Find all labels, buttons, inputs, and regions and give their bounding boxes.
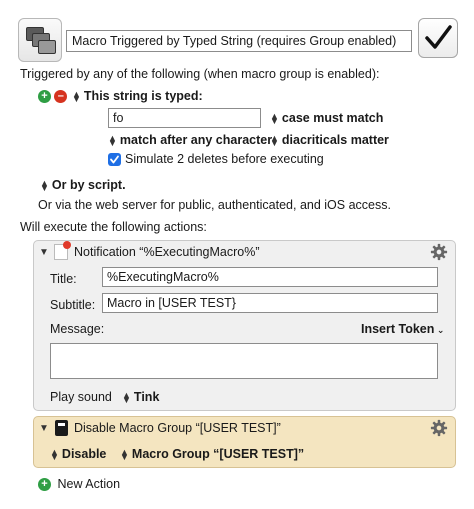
remove-trigger-icon[interactable]: – bbox=[54, 90, 68, 104]
triggers-heading: Triggered by any of the following (when … bbox=[20, 67, 380, 81]
disclosure-triangle-icon[interactable]: ▼ bbox=[39, 247, 49, 258]
updown-icon: ▲ ▼ bbox=[270, 110, 279, 126]
disable-mode-popup[interactable]: ▲ ▼ Disable bbox=[50, 447, 106, 461]
notification-icon bbox=[54, 241, 71, 260]
updown-icon: ▲ ▼ bbox=[122, 389, 131, 405]
simulate-deletes-row: Simulate 2 deletes before executing bbox=[108, 152, 324, 167]
gear-icon[interactable] bbox=[430, 419, 448, 437]
add-action-icon: + bbox=[38, 478, 51, 492]
disable-action-title: Disable Macro Group “[USER TEST]” bbox=[74, 421, 281, 435]
notification-title-field[interactable]: %ExecutingMacro% bbox=[102, 267, 438, 287]
actions-heading: Will execute the following actions: bbox=[20, 220, 207, 234]
diacritics-option-label: diacriticals matter bbox=[281, 133, 389, 147]
checkmark-icon bbox=[425, 25, 452, 49]
case-option-label: case must match bbox=[281, 111, 384, 125]
gear-icon[interactable] bbox=[430, 243, 448, 261]
macro-group-icon bbox=[55, 420, 68, 436]
add-trigger-icon[interactable]: + bbox=[38, 90, 51, 104]
chevron-down-icon: ⌄ bbox=[434, 325, 445, 335]
macro-windows-icon[interactable] bbox=[18, 18, 62, 62]
updown-icon: ▲ ▼ bbox=[270, 132, 279, 148]
insert-token-menu[interactable]: Insert Token ⌄ bbox=[361, 322, 444, 336]
macro-name-field[interactable]: Macro Triggered by Typed String (require… bbox=[66, 30, 412, 52]
check-icon bbox=[110, 155, 119, 164]
add-trigger-popup[interactable]: ▲ ▼ Or by script. bbox=[40, 178, 126, 192]
updown-icon: ▲ ▼ bbox=[40, 177, 49, 193]
typed-string-input[interactable]: fo bbox=[108, 108, 261, 128]
title-label: Title: bbox=[50, 272, 77, 286]
notification-action-title: Notification “%ExecutingMacro%” bbox=[74, 245, 260, 259]
or-by-script-label: Or by script. bbox=[51, 178, 126, 192]
insert-token-label: Insert Token bbox=[361, 322, 435, 336]
match-option-popup[interactable]: ▲ ▼ match after any character bbox=[108, 133, 272, 147]
updown-icon: ▲ ▼ bbox=[108, 132, 117, 148]
case-option-popup[interactable]: ▲ ▼ case must match bbox=[270, 111, 383, 125]
disclosure-triangle-icon[interactable]: ▼ bbox=[39, 423, 49, 434]
trigger-type-popup[interactable]: ▲ ▼ This string is typed: bbox=[72, 89, 203, 103]
updown-icon: ▲ ▼ bbox=[120, 446, 129, 462]
subtitle-label: Subtitle: bbox=[50, 298, 96, 312]
new-action-label: New Action bbox=[57, 477, 121, 491]
simulate-deletes-label: Simulate 2 deletes before executing bbox=[125, 152, 324, 166]
simulate-deletes-checkbox[interactable] bbox=[108, 153, 121, 167]
updown-icon: ▲ ▼ bbox=[50, 446, 59, 462]
updown-icon: ▲ ▼ bbox=[72, 88, 81, 104]
disable-mode-value: Disable bbox=[61, 447, 107, 461]
macro-group-popup[interactable]: ▲ ▼ Macro Group “[USER TEST]” bbox=[120, 447, 304, 461]
trigger-type-label: This string is typed: bbox=[83, 89, 203, 103]
macro-enabled-toggle[interactable] bbox=[418, 18, 458, 58]
notification-action-panel[interactable]: ▼ Notification “%ExecutingMacro%” Title:… bbox=[33, 240, 456, 411]
match-option-label: match after any character bbox=[119, 133, 273, 147]
notification-message-field[interactable] bbox=[50, 343, 438, 379]
play-sound-label: Play sound bbox=[50, 390, 112, 404]
sound-popup[interactable]: ▲ ▼ Tink bbox=[122, 390, 159, 404]
diacritics-option-popup[interactable]: ▲ ▼ diacriticals matter bbox=[270, 133, 389, 147]
message-label: Message: bbox=[50, 322, 105, 336]
disable-macro-group-action-panel[interactable]: ▼ Disable Macro Group “[USER TEST]” ▲ ▼ Di… bbox=[33, 416, 456, 468]
macro-group-value: Macro Group “[USER TEST]” bbox=[131, 447, 305, 461]
trigger-row: + – bbox=[38, 89, 68, 104]
new-action-button[interactable]: + New Action bbox=[38, 477, 121, 492]
sound-value: Tink bbox=[133, 390, 160, 404]
notification-subtitle-field[interactable]: Macro in [USER TEST} bbox=[102, 293, 438, 313]
web-server-note: Or via the web server for public, authen… bbox=[38, 198, 391, 212]
